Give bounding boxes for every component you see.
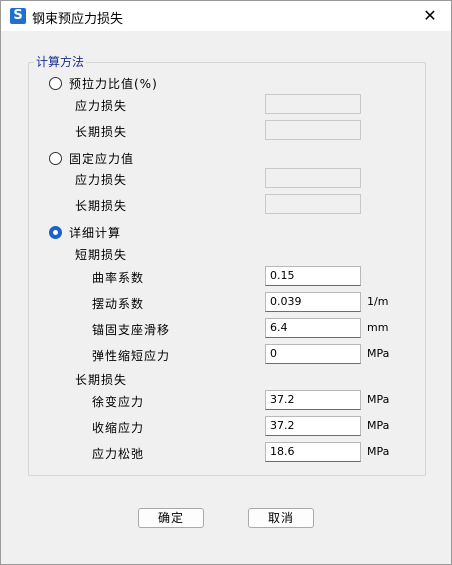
- ratio-stress-loss-label: 应力损失: [75, 99, 128, 113]
- radio-prestress-ratio[interactable]: [49, 77, 62, 90]
- dialog-window: S 钢束预应力损失 ✕ 计算方法 预拉力比值(%) 应力损失 长期损失 固定应力…: [0, 0, 452, 565]
- fixed-stress-loss-label: 应力损失: [75, 173, 128, 187]
- cancel-button[interactable]: 取消: [248, 508, 314, 528]
- ratio-long-term-field[interactable]: [265, 120, 361, 140]
- creep-field[interactable]: 37.2: [265, 390, 361, 410]
- radio-detailed-label[interactable]: 详细计算: [69, 224, 121, 241]
- wobble-field[interactable]: 0.039: [265, 292, 361, 312]
- wobble-label: 摆动系数: [92, 297, 145, 311]
- shrinkage-label: 收缩应力: [92, 421, 145, 435]
- group-title: 计算方法: [34, 53, 87, 70]
- curvature-label: 曲率系数: [92, 271, 145, 285]
- fixed-long-term-field[interactable]: [265, 194, 361, 214]
- fixed-long-term-label: 长期损失: [75, 199, 128, 213]
- relaxation-label: 应力松弛: [92, 447, 145, 461]
- ratio-stress-loss-field[interactable]: [265, 94, 361, 114]
- radio-detailed[interactable]: [49, 226, 62, 239]
- app-logo-icon: S: [10, 8, 26, 24]
- short-term-heading: 短期损失: [75, 248, 128, 262]
- anchor-slip-field[interactable]: 6.4: [265, 318, 361, 338]
- curvature-field[interactable]: 0.15: [265, 266, 361, 286]
- anchor-slip-unit: mm: [367, 321, 389, 334]
- radio-prestress-ratio-label[interactable]: 预拉力比值(%): [69, 75, 158, 92]
- creep-label: 徐变应力: [92, 395, 145, 409]
- wobble-unit: 1/m: [367, 295, 389, 308]
- title-bar: S 钢束预应力损失 ✕: [1, 1, 451, 31]
- elastic-shortening-field[interactable]: 0: [265, 344, 361, 364]
- radio-fixed-stress[interactable]: [49, 152, 62, 165]
- creep-unit: MPa: [367, 393, 390, 406]
- window-title: 钢束预应力损失: [32, 12, 124, 27]
- long-term-heading: 长期损失: [75, 373, 128, 387]
- anchor-slip-label: 锚固支座滑移: [92, 323, 171, 337]
- close-button[interactable]: ✕: [409, 1, 451, 31]
- relaxation-unit: MPa: [367, 445, 390, 458]
- elastic-shortening-unit: MPa: [367, 347, 390, 360]
- elastic-shortening-label: 弹性缩短应力: [92, 349, 171, 363]
- ok-button[interactable]: 确定: [138, 508, 204, 528]
- fixed-stress-loss-field[interactable]: [265, 168, 361, 188]
- ratio-long-term-label: 长期损失: [75, 125, 128, 139]
- shrinkage-field[interactable]: 37.2: [265, 416, 361, 436]
- radio-fixed-stress-label[interactable]: 固定应力值: [69, 150, 134, 167]
- shrinkage-unit: MPa: [367, 419, 390, 432]
- close-icon: ✕: [423, 6, 437, 25]
- relaxation-field[interactable]: 18.6: [265, 442, 361, 462]
